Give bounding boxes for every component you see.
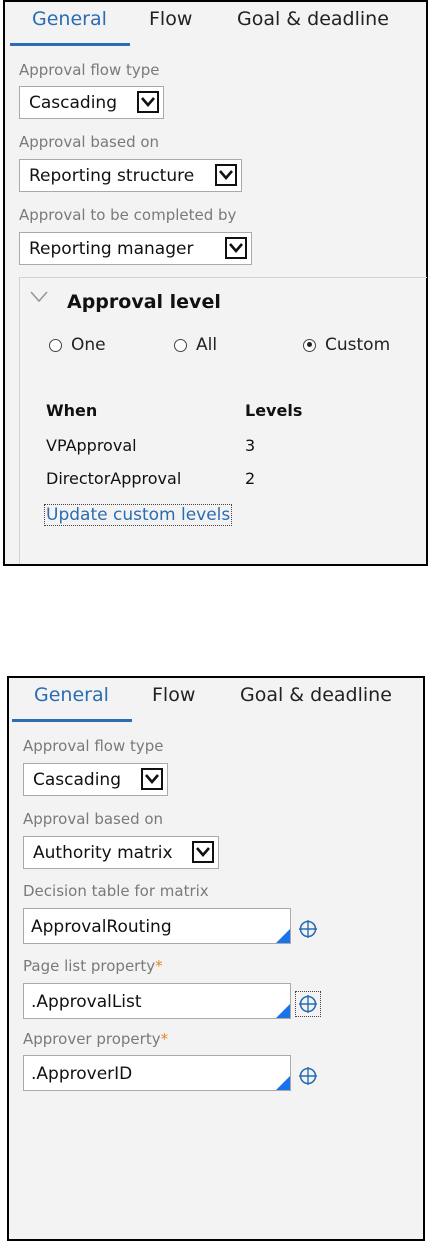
autocomplete-corner-icon (276, 1076, 290, 1090)
required-asterisk: * (160, 1030, 169, 1048)
approval-settings-panel-authority-matrix: General Flow Goal & deadline Approval fl… (7, 676, 425, 1241)
approval-level-section: Approval level One All Custom When Level… (19, 277, 427, 564)
chevron-down-icon[interactable] (215, 164, 237, 186)
table-row-levels: 3 (245, 436, 256, 455)
radio-one[interactable]: One (49, 335, 106, 355)
approval-based-on-value: Authority matrix (33, 843, 173, 863)
approver-property-input[interactable]: .ApproverID (23, 1055, 291, 1091)
tab-bar: General Flow Goal & deadline (9, 678, 423, 722)
page-list-property-label: Page list property* (23, 957, 163, 975)
chevron-down-icon[interactable] (225, 237, 247, 259)
tab-flow[interactable]: Flow (149, 8, 192, 30)
approval-flow-type-value: Cascading (33, 770, 121, 790)
tab-general[interactable]: General (34, 684, 109, 706)
update-custom-levels-link[interactable]: Update custom levels (44, 504, 233, 526)
approval-based-on-label: Approval based on (23, 810, 164, 828)
decision-table-value: ApprovalRouting (31, 917, 172, 937)
approval-flow-type-value: Cascading (29, 93, 117, 113)
approval-based-on-select[interactable]: Reporting structure (19, 159, 242, 192)
radio-circle[interactable] (174, 338, 187, 352)
autocomplete-corner-icon (276, 929, 290, 943)
approval-flow-type-select[interactable]: Cascading (19, 86, 164, 119)
chevron-down-icon[interactable] (137, 91, 159, 113)
decision-table-label: Decision table for matrix (23, 882, 209, 900)
crosshair-target-icon[interactable] (295, 991, 321, 1017)
table-row-when: VPApproval (46, 436, 137, 455)
column-header-levels: Levels (245, 401, 303, 420)
autocomplete-corner-icon (276, 1004, 290, 1018)
tab-bar: General Flow Goal & deadline (5, 2, 426, 46)
chevron-down-icon[interactable] (192, 841, 214, 863)
approval-level-title: Approval level (67, 291, 221, 313)
approver-property-label-text: Approver property (23, 1030, 161, 1048)
radio-custom-label: Custom (325, 335, 391, 355)
approval-based-on-value: Reporting structure (29, 166, 195, 186)
approval-settings-panel-cascading-reporting: General Flow Goal & deadline Approval fl… (3, 0, 428, 566)
decision-table-input[interactable]: ApprovalRouting (23, 908, 291, 944)
approval-flow-type-label: Approval flow type (23, 737, 164, 755)
table-row-when: DirectorApproval (46, 469, 182, 488)
required-asterisk: * (155, 957, 163, 975)
radio-all[interactable]: All (174, 335, 217, 355)
approval-based-on-label: Approval based on (19, 133, 160, 151)
tab-goal-deadline[interactable]: Goal & deadline (240, 684, 392, 706)
page-list-property-input[interactable]: .ApprovalList (23, 983, 291, 1019)
approval-completed-by-label: Approval to be completed by (19, 206, 237, 224)
page-list-property-value: .ApprovalList (31, 992, 142, 1012)
approval-flow-type-label: Approval flow type (19, 61, 160, 79)
crosshair-target-icon[interactable] (298, 919, 318, 939)
approval-completed-by-value: Reporting manager (29, 239, 194, 259)
collapse-chevron-icon[interactable] (30, 291, 48, 303)
page-list-property-label-text: Page list property (23, 957, 156, 975)
approver-property-label: Approver property* (23, 1030, 168, 1048)
chevron-down-icon[interactable] (141, 768, 163, 790)
tab-goal-deadline[interactable]: Goal & deadline (237, 8, 389, 30)
crosshair-target-icon[interactable] (298, 1066, 318, 1086)
approval-completed-by-select[interactable]: Reporting manager (19, 232, 252, 265)
tab-flow[interactable]: Flow (152, 684, 195, 706)
column-header-when: When (46, 401, 98, 420)
radio-custom[interactable]: Custom (303, 335, 390, 355)
approval-flow-type-select[interactable]: Cascading (23, 763, 168, 796)
radio-one-label: One (71, 335, 106, 355)
radio-circle-selected[interactable] (303, 338, 316, 352)
approver-property-value: .ApproverID (31, 1064, 133, 1084)
active-tab-indicator (10, 43, 130, 46)
active-tab-indicator (12, 719, 132, 722)
table-row-levels: 2 (245, 469, 256, 488)
radio-all-label: All (196, 335, 218, 355)
tab-general[interactable]: General (32, 8, 107, 30)
approval-based-on-select[interactable]: Authority matrix (23, 836, 219, 869)
radio-circle[interactable] (49, 338, 62, 352)
